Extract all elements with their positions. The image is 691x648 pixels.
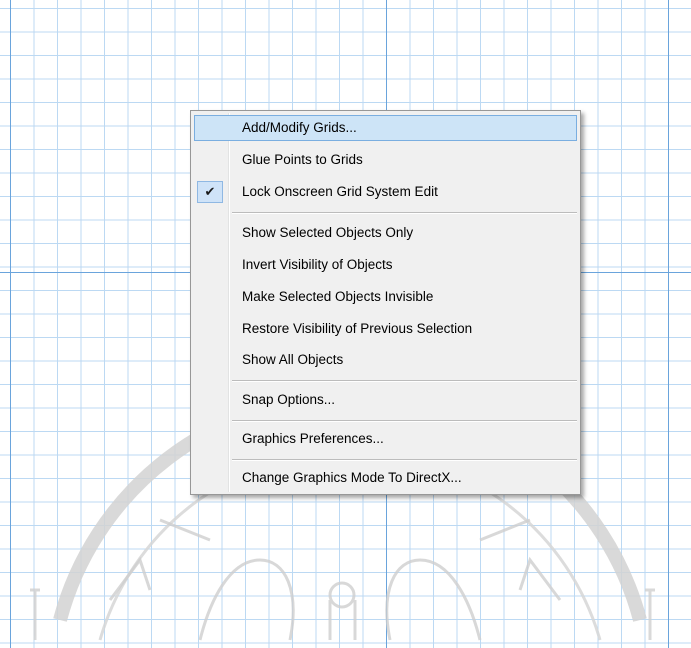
menu-item-show-selected-objects-only[interactable]: Show Selected Objects Only xyxy=(194,220,577,246)
menu-separator xyxy=(232,212,577,214)
menu-item-restore-visibility[interactable]: Restore Visibility of Previous Selection xyxy=(194,316,577,342)
menu-separator xyxy=(232,459,577,461)
menu-item-label: Glue Points to Grids xyxy=(242,152,363,167)
menu-item-label: Restore Visibility of Previous Selection xyxy=(242,321,473,336)
menu-item-label: Lock Onscreen Grid System Edit xyxy=(242,184,438,199)
menu-item-label: Invert Visibility of Objects xyxy=(242,257,393,272)
checkmark-icon: ✔ xyxy=(197,181,223,203)
menu-item-label: Show All Objects xyxy=(242,352,344,367)
menu-item-label: Show Selected Objects Only xyxy=(242,225,414,240)
menu-item-glue-points-to-grids[interactable]: Glue Points to Grids xyxy=(194,147,577,173)
menu-item-snap-options[interactable]: Snap Options... xyxy=(194,387,577,413)
menu-separator xyxy=(232,420,577,422)
menu-item-add-modify-grids[interactable]: Add/Modify Grids... xyxy=(194,115,577,141)
menu-item-lock-onscreen-grid-system-edit[interactable]: ✔ Lock Onscreen Grid System Edit xyxy=(194,179,577,205)
menu-separator xyxy=(232,380,577,382)
menu-item-label: Change Graphics Mode To DirectX... xyxy=(242,470,462,485)
menu-item-label: Make Selected Objects Invisible xyxy=(242,289,434,304)
menu-item-label: Snap Options... xyxy=(242,392,336,407)
menu-item-label: Graphics Preferences... xyxy=(242,431,384,446)
menu-item-change-graphics-mode[interactable]: Change Graphics Mode To DirectX... xyxy=(194,465,577,491)
menu-item-invert-visibility[interactable]: Invert Visibility of Objects xyxy=(194,252,577,278)
menu-item-show-all-objects[interactable]: Show All Objects xyxy=(194,347,577,373)
grid-major-line xyxy=(668,0,669,648)
context-menu: Add/Modify Grids... Glue Points to Grids… xyxy=(190,110,581,495)
grid-major-line xyxy=(10,0,11,648)
menu-item-make-selected-invisible[interactable]: Make Selected Objects Invisible xyxy=(194,284,577,310)
menu-item-graphics-preferences[interactable]: Graphics Preferences... xyxy=(194,426,577,452)
menu-item-label: Add/Modify Grids... xyxy=(242,120,357,135)
